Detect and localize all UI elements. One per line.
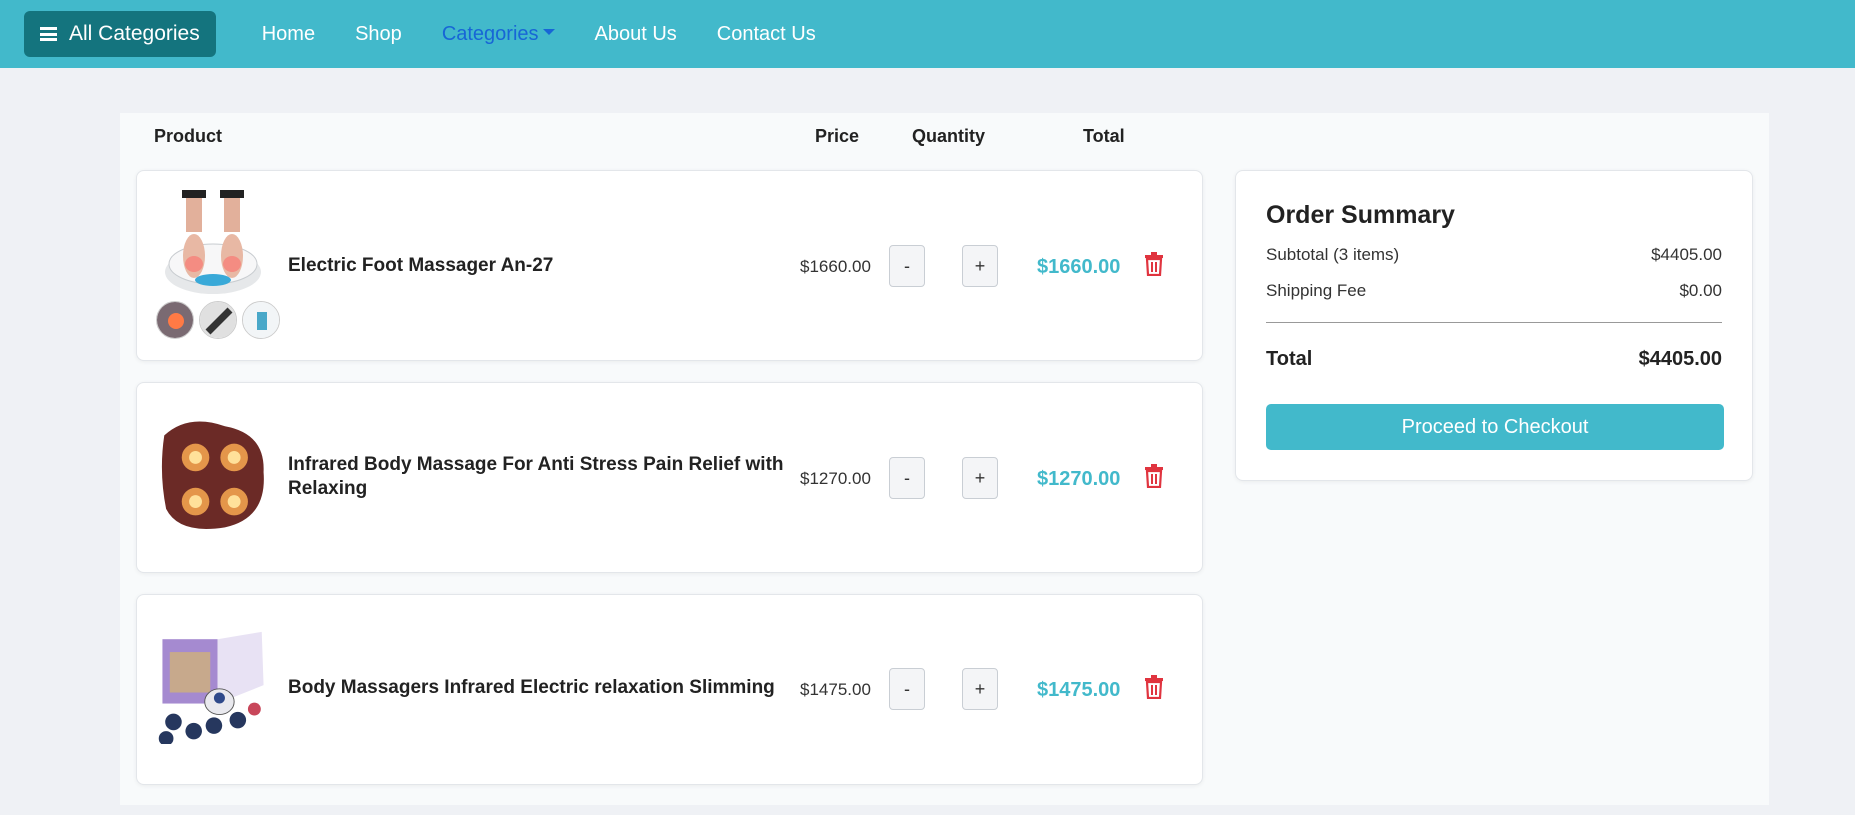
shipping-value: $0.00 (1679, 281, 1722, 300)
nav-about-us[interactable]: About Us (595, 23, 677, 46)
header-total: Total (1083, 126, 1125, 146)
trash-icon[interactable] (1143, 464, 1165, 488)
top-navbar: All Categories Home Shop Categories Abou… (0, 0, 1855, 68)
subtotal-value: $4405.00 (1651, 245, 1722, 264)
header-product: Product (154, 126, 223, 146)
thumbnail-1[interactable] (156, 301, 194, 339)
nav-contact-us[interactable]: Contact Us (717, 23, 816, 46)
total-row: Total $4405.00 (1266, 348, 1722, 371)
qty-increase-button[interactable]: + (962, 245, 998, 287)
qty-increase-button[interactable]: + (962, 457, 998, 499)
nav-categories[interactable]: Categories (442, 23, 555, 46)
product-price: $1660.00 (800, 257, 871, 276)
order-summary-title: Order Summary (1266, 201, 1455, 229)
subtotal-row: Subtotal (3 items) $4405.00 (1266, 245, 1722, 265)
caret-down-icon (542, 29, 555, 36)
all-categories-label: All Categories (69, 22, 200, 45)
proceed-to-checkout-button[interactable]: Proceed to Checkout (1266, 404, 1724, 450)
qty-decrease-button[interactable]: - (889, 668, 925, 710)
trash-icon[interactable] (1143, 675, 1165, 699)
cart-item: Infrared Body Massage For Anti Stress Pa… (136, 382, 1203, 573)
qty-decrease-button[interactable]: - (889, 245, 925, 287)
product-price: $1475.00 (800, 680, 871, 699)
shipping-label: Shipping Fee (1266, 281, 1367, 300)
cart-item: Body Massagers Infrared Electric relaxat… (136, 594, 1203, 785)
item-total: $1270.00 (1037, 468, 1121, 490)
product-name[interactable]: Body Massagers Infrared Electric relaxat… (288, 676, 788, 700)
product-image-body-massager (158, 630, 266, 744)
header-quantity: Quantity (912, 126, 986, 146)
total-value: $4405.00 (1638, 348, 1722, 370)
item-total: $1660.00 (1037, 256, 1121, 278)
product-name[interactable]: Electric Foot Massager An-27 (288, 254, 788, 278)
nav-home[interactable]: Home (262, 23, 315, 46)
qty-decrease-button[interactable]: - (889, 457, 925, 499)
nav-shop[interactable]: Shop (355, 23, 402, 46)
hamburger-icon (40, 27, 57, 41)
all-categories-button[interactable]: All Categories (24, 11, 216, 57)
thumbnail-2[interactable] (199, 301, 237, 339)
cart-table-header: Product Price Quantity Total (120, 113, 1203, 161)
summary-divider (1266, 322, 1722, 323)
order-summary: Order Summary Subtotal (3 items) $4405.0… (1235, 170, 1753, 481)
qty-increase-button[interactable]: + (962, 668, 998, 710)
nav-categories-label: Categories (441, 22, 539, 45)
subtotal-label: Subtotal (3 items) (1266, 245, 1400, 264)
trash-icon[interactable] (1143, 252, 1165, 276)
thumbnail-3[interactable] (242, 301, 280, 339)
header-price: Price (815, 126, 860, 146)
product-image-infrared-massage (160, 417, 266, 531)
product-price: $1270.00 (800, 469, 871, 488)
item-total: $1475.00 (1037, 679, 1121, 701)
cart-item: Electric Foot Massager An-27 $1660.00 - … (136, 170, 1203, 361)
shipping-row: Shipping Fee $0.00 (1266, 281, 1722, 301)
product-name[interactable]: Infrared Body Massage For Anti Stress Pa… (288, 453, 788, 501)
product-image-foot-massager (156, 190, 270, 304)
total-label: Total (1266, 348, 1313, 370)
